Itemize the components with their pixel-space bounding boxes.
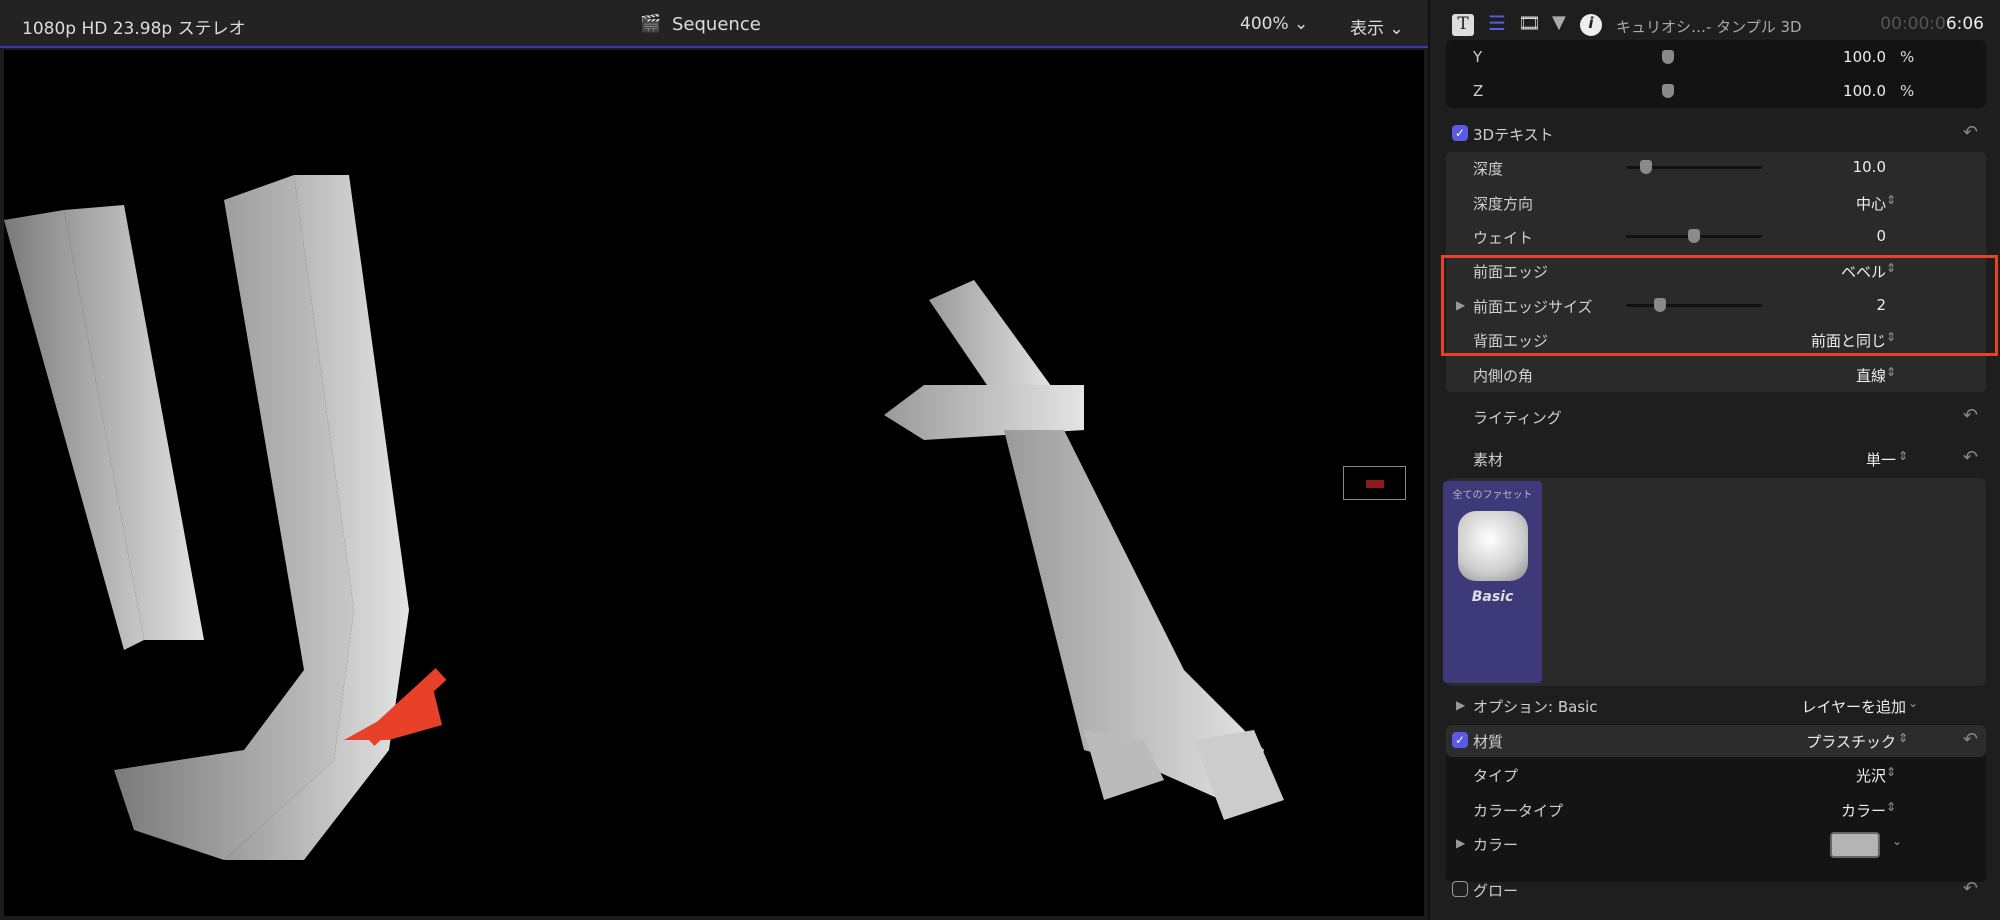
text-inspector-icon[interactable]: T [1452, 14, 1474, 36]
depth-row: 深度 10.0 [1473, 158, 1886, 178]
view-menu[interactable]: 表示 ⌄ [1350, 14, 1404, 39]
color-swatch[interactable] [1830, 832, 1880, 858]
3d-text-render [4, 175, 1284, 860]
clip-title: キュリオシ…- タンプル 3D [1616, 18, 1802, 36]
overlay-box [1343, 466, 1406, 500]
viewer-toolbar: 1080p HD 23.98p ステレオ 🎬 Sequence 400% ⌄ 表… [0, 0, 1428, 48]
inspector-panel: T ☰ 🎞 ▼ i キュリオシ…- タンプル 3D 00:00:06:06 Y1… [1428, 0, 2000, 920]
color-type-row[interactable]: カラータイプ カラー ⇕ [1446, 792, 1986, 826]
title-inspector-icon[interactable]: ☰ [1488, 13, 1506, 33]
inner-corner-row[interactable]: 内側の角 直線 ⇕ [1446, 357, 1986, 391]
depth-direction-row[interactable]: 深度方向 中心 ⇕ [1446, 185, 1986, 219]
glow-row[interactable]: グロー ↶ [1446, 872, 1986, 906]
lighting-row[interactable]: ライティング ↶ [1446, 399, 1986, 433]
weight-row: ウェイト 0 [1473, 227, 1886, 247]
sequence-title: Sequence [672, 14, 761, 35]
color-row: ▶ カラー ⌄ [1446, 826, 1986, 860]
viewer-canvas[interactable] [4, 50, 1424, 916]
scale-z-row: Z 100.0% [1473, 82, 1915, 100]
material-preview [1457, 511, 1528, 581]
3d-text-section: ✓ 3Dテキスト ↶ [1446, 116, 1986, 150]
scale-z-slider[interactable] [1626, 84, 1762, 98]
highlight-box [1441, 255, 1998, 356]
facet-tile-basic[interactable]: 全てのファセット Basic [1443, 481, 1542, 683]
color-inspector-icon[interactable]: ▼ [1552, 12, 1566, 33]
scale-y-slider[interactable] [1626, 50, 1762, 64]
substance-checkbox[interactable]: ✓ [1452, 732, 1468, 748]
3d-text-checkbox[interactable]: ✓ [1452, 125, 1468, 141]
glow-checkbox[interactable] [1452, 881, 1468, 897]
timecode: 00:00:06:06 [1880, 14, 1984, 34]
clapper-icon: 🎬 [640, 14, 662, 34]
reset-icon[interactable]: ↶ [1963, 122, 1978, 143]
info-icon[interactable]: i [1580, 14, 1602, 36]
video-inspector-icon[interactable]: 🎞 [1518, 13, 1541, 34]
material-row[interactable]: 素材 単一 ⇕ ↶ [1446, 441, 1986, 475]
zoom-menu[interactable]: 400% ⌄ [1240, 14, 1308, 34]
depth-slider[interactable] [1626, 160, 1762, 174]
type-row[interactable]: タイプ 光沢 ⇕ [1446, 757, 1986, 791]
scale-y-row: Y 100.0% [1473, 48, 1915, 66]
format-label: 1080p HD 23.98p ステレオ [22, 19, 246, 39]
add-layer-menu[interactable]: レイヤーを追加 [1801, 696, 1906, 717]
options-row: ▶ オプション: Basic レイヤーを追加 ⌄ [1456, 696, 1919, 717]
substance-row[interactable]: ✓ 材質 プラスチック ⇕ ↶ [1446, 723, 1986, 757]
weight-slider[interactable] [1626, 229, 1762, 243]
